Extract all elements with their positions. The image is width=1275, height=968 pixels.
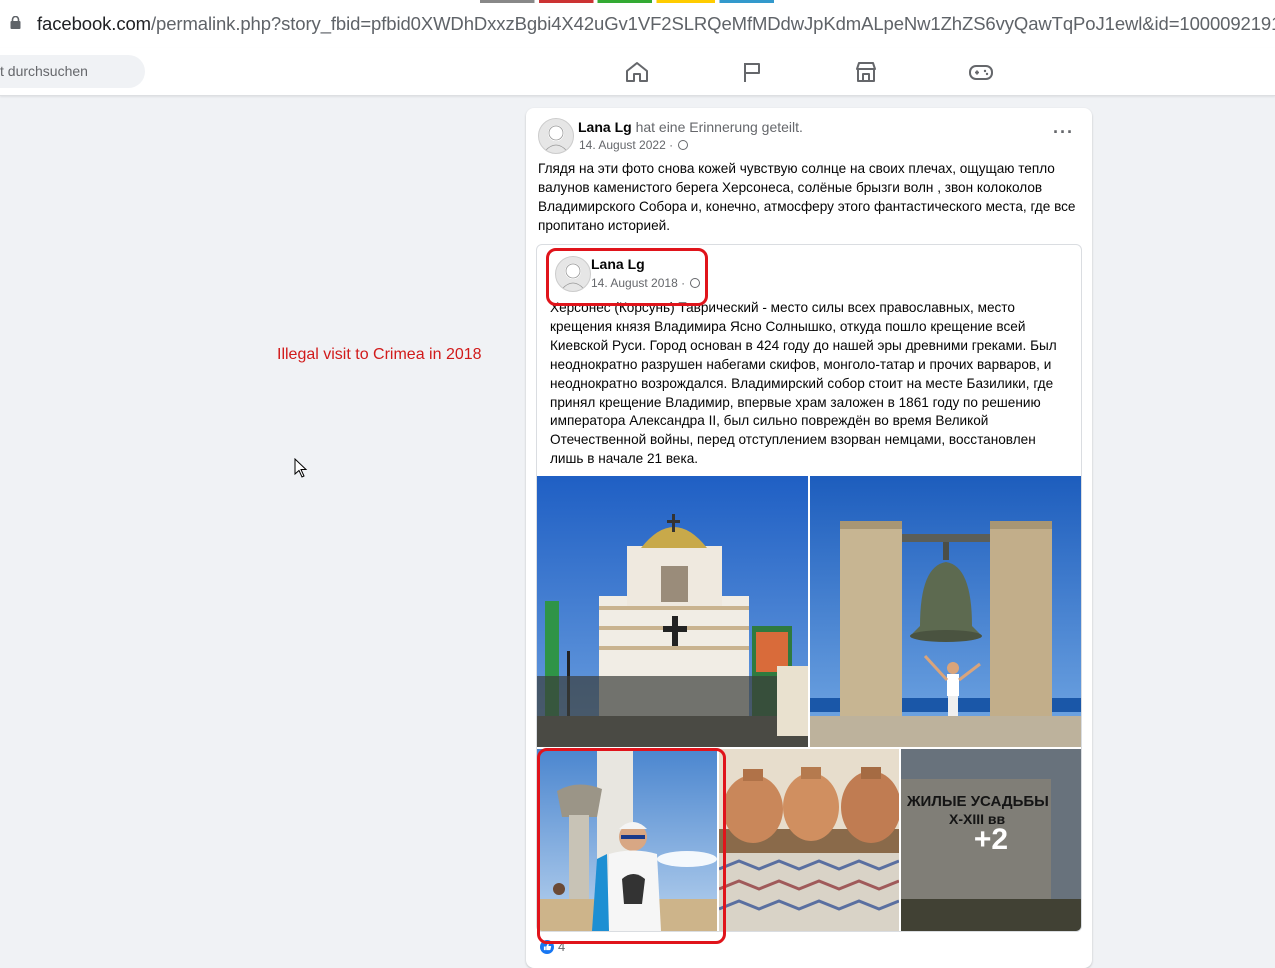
photo-bell[interactable] (810, 476, 1081, 747)
highlight-box-photo (537, 748, 726, 944)
annotation-label: Illegal visit to Crimea in 2018 (277, 346, 482, 363)
photo-sign[interactable]: ЖИЛЫЕ УСАДЬБЫ X-XIII вв +2 (901, 749, 1081, 931)
lock-icon[interactable] (10, 16, 21, 29)
photo-amphoras[interactable] (719, 749, 899, 931)
home-icon[interactable] (624, 60, 650, 84)
shared-text: Херсонес (Корсунь) Таврический - место с… (550, 300, 1057, 467)
avatar-sketch-icon (544, 125, 568, 152)
post-text: Глядя на эти фото снова кожей чувствую с… (538, 161, 1076, 233)
photo-cathedral[interactable] (537, 476, 808, 747)
bell-photo-image (810, 476, 1081, 747)
more-photos-overlay[interactable]: +2 (901, 749, 1081, 931)
post-date-row[interactable]: 14. August 2022 · (579, 138, 689, 152)
cathedral-photo-image (537, 476, 808, 747)
post-action: hat eine Erinnerung geteilt. (635, 119, 803, 135)
gaming-icon[interactable] (968, 60, 994, 84)
facebook-top-nav: t durchsuchen (0, 48, 1275, 96)
globe-icon (678, 140, 689, 150)
amphora-photo-image (719, 749, 899, 931)
mouse-cursor-icon (294, 458, 308, 478)
more-options-button[interactable]: ··· (1053, 122, 1074, 143)
search-placeholder: t durchsuchen (0, 63, 88, 79)
post-header: Lana Lg hat eine Erinnerung geteilt. (578, 119, 803, 135)
url-host: facebook.com (37, 13, 151, 34)
highlight-box-date (546, 248, 708, 306)
marketplace-icon[interactable] (853, 60, 879, 84)
flag-icon[interactable] (739, 60, 765, 84)
author-name[interactable]: Lana Lg (578, 119, 632, 135)
author-avatar[interactable] (538, 118, 574, 154)
url-field[interactable]: facebook.com/permalink.php?story_fbid=pf… (37, 13, 1275, 35)
search-input[interactable]: t durchsuchen (0, 55, 145, 88)
url-path: /permalink.php?story_fbid=pfbid0XWDhDxxz… (150, 13, 1275, 34)
tab-strip-edge (480, 0, 900, 3)
post-date: 14. August 2022 · (579, 138, 674, 152)
browser-address-bar: facebook.com/permalink.php?story_fbid=pf… (0, 0, 1275, 49)
